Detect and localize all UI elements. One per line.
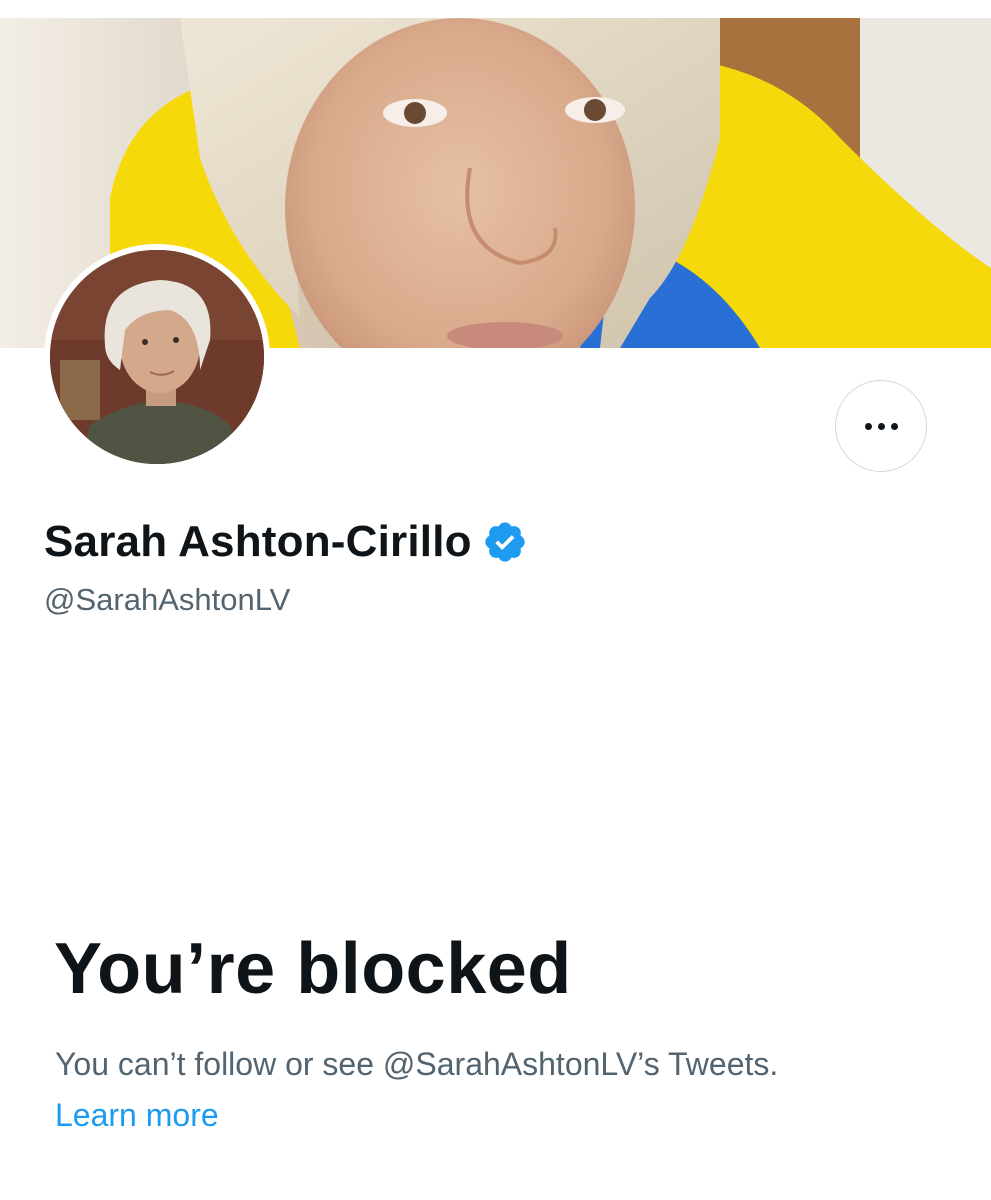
more-options-button[interactable] xyxy=(835,380,927,472)
blocked-title: You’re blocked xyxy=(54,929,572,1009)
avatar[interactable] xyxy=(44,244,270,470)
avatar-photo xyxy=(50,250,264,464)
display-name: Sarah Ashton-Cirillo xyxy=(44,517,472,566)
profile-handle: @SarahAshtonLV xyxy=(44,582,291,617)
profile-name-row: Sarah Ashton-Cirillo xyxy=(44,517,528,567)
verified-badge-icon[interactable] xyxy=(482,519,528,565)
learn-more-link[interactable]: Learn more xyxy=(55,1097,219,1134)
more-horizontal-icon xyxy=(864,422,898,430)
blocked-description: You can’t follow or see @SarahAshtonLV’s… xyxy=(55,1046,779,1082)
